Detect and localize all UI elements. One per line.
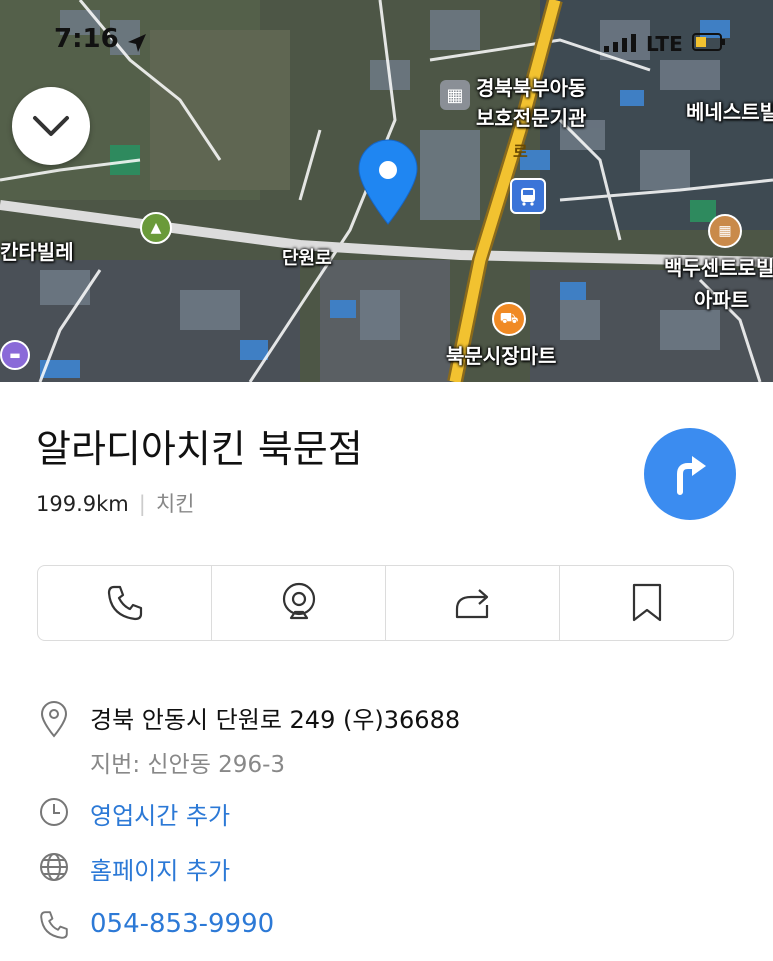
share-button[interactable] [386, 566, 560, 640]
building-poi-icon[interactable]: ▦ [440, 80, 470, 110]
address-text[interactable]: 경북 안동시 단원로 249 (우)36688 [90, 700, 460, 735]
map-label-gyeongbuk-2: 보호전문기관 [476, 106, 587, 130]
map-label-baekdu: 백두센트로빌 [664, 256, 773, 280]
add-homepage-link[interactable]: 홈페이지 추가 [90, 851, 230, 886]
action-bar [37, 565, 734, 641]
category-text: 치킨 [155, 492, 195, 516]
hours-row[interactable]: 영업시간 추가 [36, 796, 230, 831]
chevron-down-icon [33, 116, 69, 136]
phone-number-link[interactable]: 054-853-9990 [90, 909, 274, 939]
map-label-mart: 북문시장마트 [446, 344, 557, 368]
share-icon [455, 589, 488, 619]
location-marker-icon [36, 700, 72, 738]
divider: | [138, 492, 146, 516]
location-arrow-icon [128, 34, 146, 52]
battery-icon [692, 33, 725, 51]
network-label: LTE [646, 32, 683, 56]
turn-right-arrow-icon [677, 456, 706, 495]
phone-icon [36, 909, 72, 941]
phone-row[interactable]: 054-853-9990 [36, 909, 274, 941]
place-name: 알라디아치킨 북문점 [36, 427, 363, 471]
bookmark-button[interactable] [560, 566, 733, 640]
phone-icon [107, 585, 142, 621]
bus-icon [521, 188, 535, 206]
signal-icon [604, 34, 636, 52]
map-label-bene: 베네스트빌 [686, 100, 773, 124]
status-time: 7:16 [54, 24, 119, 54]
map-label-gyeongbuk: 경북북부아동 [476, 76, 587, 100]
landmark-poi-icon[interactable]: ▲ [140, 212, 172, 244]
location-pin-icon[interactable] [355, 138, 421, 226]
map-label-danwon: 단원로 [282, 248, 332, 269]
camera-view-icon [282, 582, 315, 620]
map-label-apart: 아파트 [694, 288, 750, 312]
shopping-basket-icon[interactable]: ⛟ [492, 302, 526, 336]
map-label-kanta: 칸타빌레 [0, 240, 74, 264]
globe-icon [36, 851, 72, 883]
address-row: 경북 안동시 단원로 249 (우)36688 [36, 700, 460, 738]
roadview-button[interactable] [212, 566, 386, 640]
bookmark-icon [632, 583, 661, 622]
bus-stop-icon[interactable] [510, 178, 546, 214]
map-view[interactable]: 7:16 LTE ▦ 경북북부아동 보호전문기관 베네스트빌 칸타빌레 단원로 … [0, 0, 773, 382]
distance-text: 199.9km [36, 492, 129, 516]
call-button[interactable] [38, 566, 212, 640]
map-label-road: 로 [513, 142, 528, 161]
place-meta: 199.9km | 치킨 [36, 488, 194, 518]
homepage-row[interactable]: 홈페이지 추가 [36, 851, 230, 886]
directions-button[interactable] [644, 428, 736, 520]
add-hours-link[interactable]: 영업시간 추가 [90, 796, 230, 831]
apartment-poi-icon[interactable]: ▦ [708, 214, 742, 248]
clock-icon [36, 796, 72, 828]
lodging-poi-icon[interactable]: ▬ [0, 340, 30, 370]
collapse-button[interactable] [12, 87, 90, 165]
jibun-address-text: 지번: 신안동 296-3 [90, 752, 286, 778]
